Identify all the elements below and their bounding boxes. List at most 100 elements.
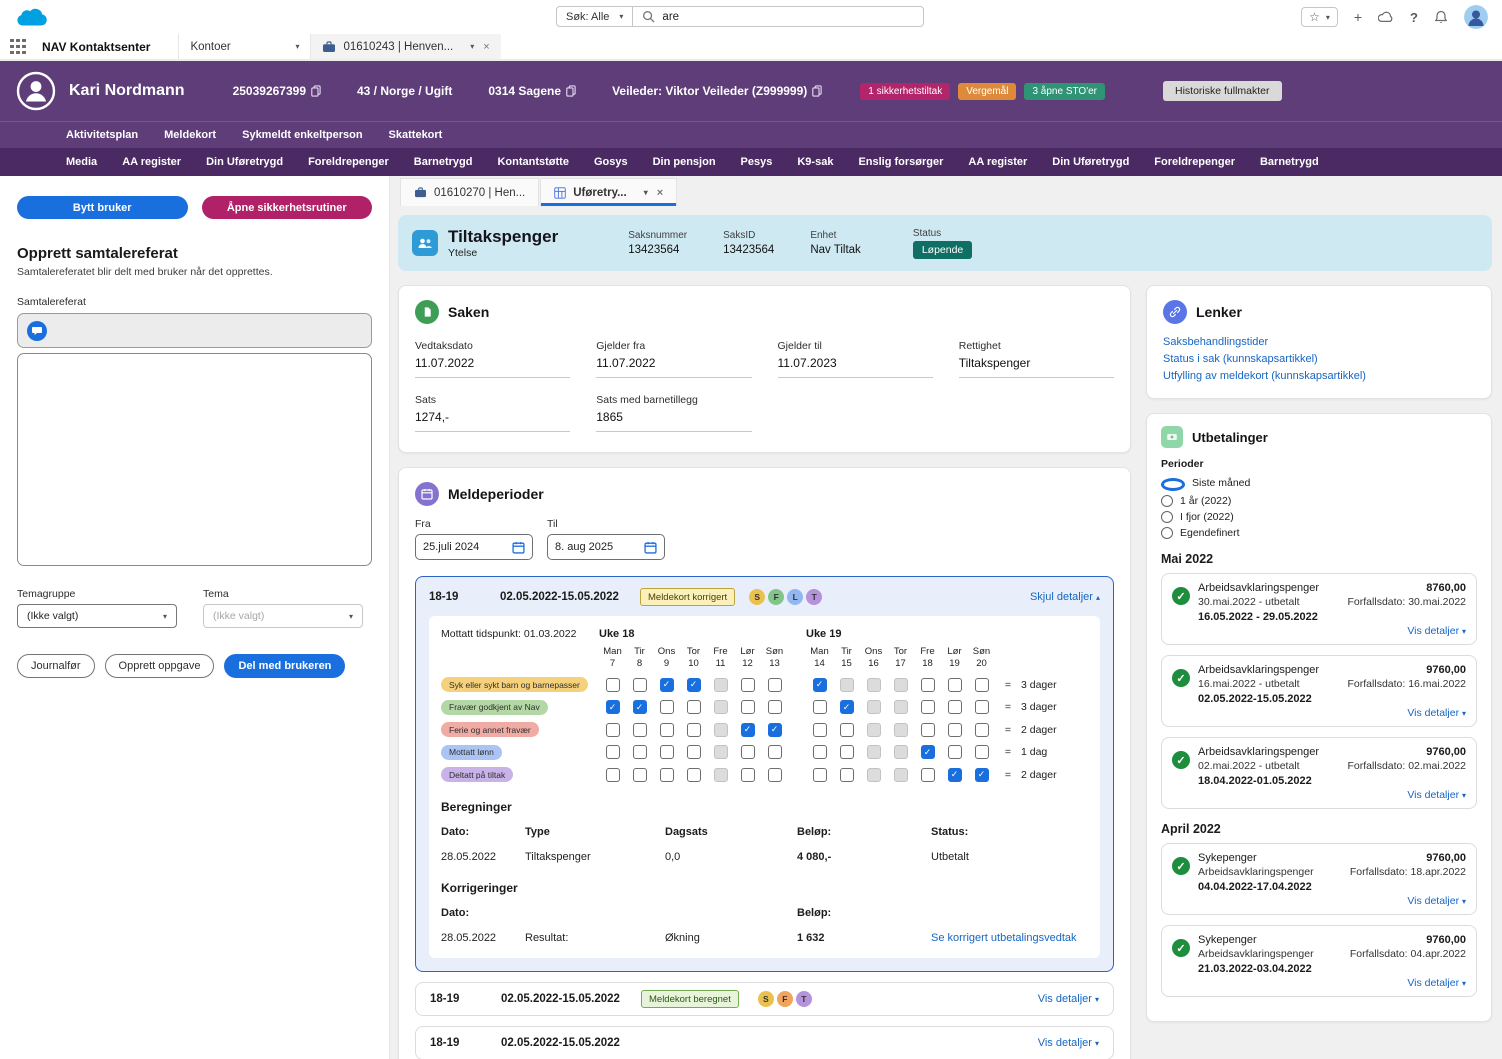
period-option-i-fjor-2022[interactable]: I fjor (2022)	[1161, 511, 1477, 523]
journalfor-button[interactable]: Journalfør	[17, 654, 95, 678]
badge-1-sikkerhetstiltak[interactable]: 1 sikkerhetstiltak	[860, 82, 951, 100]
day-checkbox[interactable]: ✓	[740, 722, 755, 737]
day-checkbox[interactable]	[839, 745, 854, 759]
nav-item-meldekort[interactable]: Meldekort	[164, 129, 216, 141]
day-checkbox[interactable]	[605, 677, 620, 692]
day-checkbox[interactable]: ✓	[767, 722, 782, 737]
link-utfylling-av-meldekort-kunnskapsartikkel[interactable]: Utfylling av meldekort (kunnskapsartikke…	[1163, 370, 1475, 382]
nav-item-barnetrygd[interactable]: Barnetrygd	[1260, 156, 1319, 168]
day-checkbox[interactable]	[740, 700, 755, 714]
historiske-fullmakter-button[interactable]: Historiske fullmakter	[1163, 81, 1282, 101]
nav-item-din-pensjon[interactable]: Din pensjon	[653, 156, 716, 168]
opprett-oppgave-button[interactable]: Opprett oppgave	[104, 654, 215, 678]
day-checkbox[interactable]	[839, 767, 854, 782]
vis-detaljer-link[interactable]: Vis detaljer ▾	[1407, 977, 1466, 989]
copy-icon[interactable]	[812, 85, 822, 97]
subtab-uforetrygd[interactable]: Uføretry... ▾ ×	[540, 178, 678, 206]
day-checkbox[interactable]: ✓	[632, 700, 647, 714]
link-saksbehandlingstider[interactable]: Saksbehandlingstider	[1163, 336, 1475, 348]
calendar-icon[interactable]	[512, 541, 525, 554]
day-checkbox[interactable]	[740, 767, 755, 782]
nav-item-aa-register[interactable]: AA register	[122, 156, 181, 168]
search-scope-dropdown[interactable]: Søk: Alle ▾	[556, 6, 634, 27]
day-checkbox[interactable]: ✓	[920, 745, 935, 759]
day-checkbox[interactable]: ✓	[839, 700, 854, 714]
vis-detaljer-link[interactable]: Vis detaljer ▾	[1038, 993, 1099, 1005]
nav-item-k9-sak[interactable]: K9-sak	[797, 156, 833, 168]
day-checkbox[interactable]	[659, 700, 674, 714]
day-checkbox[interactable]: ✓	[659, 677, 674, 692]
close-icon[interactable]: ×	[657, 187, 663, 199]
temagruppe-select[interactable]: (Ikke valgt) ▾	[17, 604, 177, 628]
day-checkbox[interactable]	[659, 745, 674, 759]
samtalereferat-textarea[interactable]	[17, 353, 372, 566]
fra-date-input[interactable]: 25.juli 2024	[415, 534, 533, 560]
day-checkbox[interactable]	[920, 700, 935, 714]
day-checkbox[interactable]	[632, 722, 647, 737]
vis-detaljer-link[interactable]: Vis detaljer ▾	[1407, 789, 1466, 801]
link-status-i-sak-kunnskapsartikkel[interactable]: Status i sak (kunnskapsartikkel)	[1163, 353, 1475, 365]
day-checkbox[interactable]: ✓	[812, 677, 827, 692]
upload-cloud-icon[interactable]	[1378, 11, 1394, 23]
help-icon[interactable]: ?	[1410, 10, 1418, 25]
vis-detaljer-link[interactable]: Vis detaljer ▾	[1038, 1037, 1099, 1049]
day-checkbox[interactable]	[659, 767, 674, 782]
skjul-detaljer-link[interactable]: Skjul detaljer ▴	[1030, 591, 1100, 603]
til-date-input[interactable]: 8. aug 2025	[547, 534, 665, 560]
user-avatar[interactable]	[1464, 5, 1488, 29]
korrigert-vedtak-link[interactable]: Se korrigert utbetalingsvedtak	[931, 932, 1088, 944]
day-checkbox[interactable]	[632, 745, 647, 759]
subtab-henvendelse[interactable]: 01610270 | Hen...	[400, 178, 540, 206]
day-checkbox[interactable]	[605, 767, 620, 782]
period-option-1-år-2022[interactable]: 1 år (2022)	[1161, 495, 1477, 507]
day-checkbox[interactable]	[974, 745, 989, 759]
nav-item-aktivitetsplan[interactable]: Aktivitetsplan	[66, 129, 138, 141]
day-checkbox[interactable]	[686, 745, 701, 759]
chevron-down-icon[interactable]: ▾	[470, 42, 474, 51]
vis-detaljer-link[interactable]: Vis detaljer ▾	[1407, 707, 1466, 719]
day-checkbox[interactable]	[767, 767, 782, 782]
nav-item-kontantstøtte[interactable]: Kontantstøtte	[497, 156, 569, 168]
day-checkbox[interactable]	[767, 745, 782, 759]
day-checkbox[interactable]	[605, 745, 620, 759]
day-checkbox[interactable]	[839, 722, 854, 737]
day-checkbox[interactable]: ✓	[605, 700, 620, 714]
day-checkbox[interactable]	[686, 700, 701, 714]
nav-item-din-uføretrygd[interactable]: Din Uføretrygd	[206, 156, 283, 168]
add-icon[interactable]: +	[1354, 10, 1362, 24]
day-checkbox[interactable]	[659, 722, 674, 737]
day-checkbox[interactable]	[947, 722, 962, 737]
copy-icon[interactable]	[566, 85, 576, 97]
day-checkbox[interactable]	[686, 722, 701, 737]
chat-bubble-icon[interactable]	[27, 320, 47, 341]
del-med-brukeren-button[interactable]: Del med brukeren	[224, 654, 346, 678]
nav-item-skattekort[interactable]: Skattekort	[389, 129, 443, 141]
notification-bell-icon[interactable]	[1434, 10, 1448, 24]
tema-select[interactable]: (Ikke valgt) ▾	[203, 604, 363, 628]
nav-item-foreldrepenger[interactable]: Foreldrepenger	[308, 156, 389, 168]
sikkerhetsrutiner-button[interactable]: Åpne sikkerhetsrutiner	[201, 196, 372, 219]
bytt-bruker-button[interactable]: Bytt bruker	[17, 196, 188, 219]
day-checkbox[interactable]	[947, 700, 962, 714]
day-checkbox[interactable]	[974, 722, 989, 737]
day-checkbox[interactable]	[812, 745, 827, 759]
day-checkbox[interactable]	[974, 700, 989, 714]
day-checkbox[interactable]	[767, 677, 782, 692]
badge-vergemål[interactable]: Vergemål	[958, 82, 1017, 100]
day-checkbox[interactable]	[947, 745, 962, 759]
search-input[interactable]: are	[633, 6, 924, 27]
day-checkbox[interactable]	[920, 722, 935, 737]
nav-item-din-uføretrygd[interactable]: Din Uføretrygd	[1052, 156, 1129, 168]
app-launcher-icon[interactable]	[0, 34, 36, 59]
nav-item-sykmeldt-enkeltperson[interactable]: Sykmeldt enkeltperson	[242, 129, 362, 141]
day-checkbox[interactable]	[686, 767, 701, 782]
day-checkbox[interactable]	[632, 767, 647, 782]
calendar-icon[interactable]	[644, 541, 657, 554]
favorites-control[interactable]: ☆ ▾	[1301, 7, 1338, 27]
vis-detaljer-link[interactable]: Vis detaljer ▾	[1407, 895, 1466, 907]
day-checkbox[interactable]	[605, 722, 620, 737]
day-checkbox[interactable]	[632, 677, 647, 692]
badge-3-åpne-sto-er[interactable]: 3 åpne STO'er	[1024, 82, 1105, 100]
close-icon[interactable]: ×	[483, 41, 489, 53]
nav-item-media[interactable]: Media	[66, 156, 97, 168]
